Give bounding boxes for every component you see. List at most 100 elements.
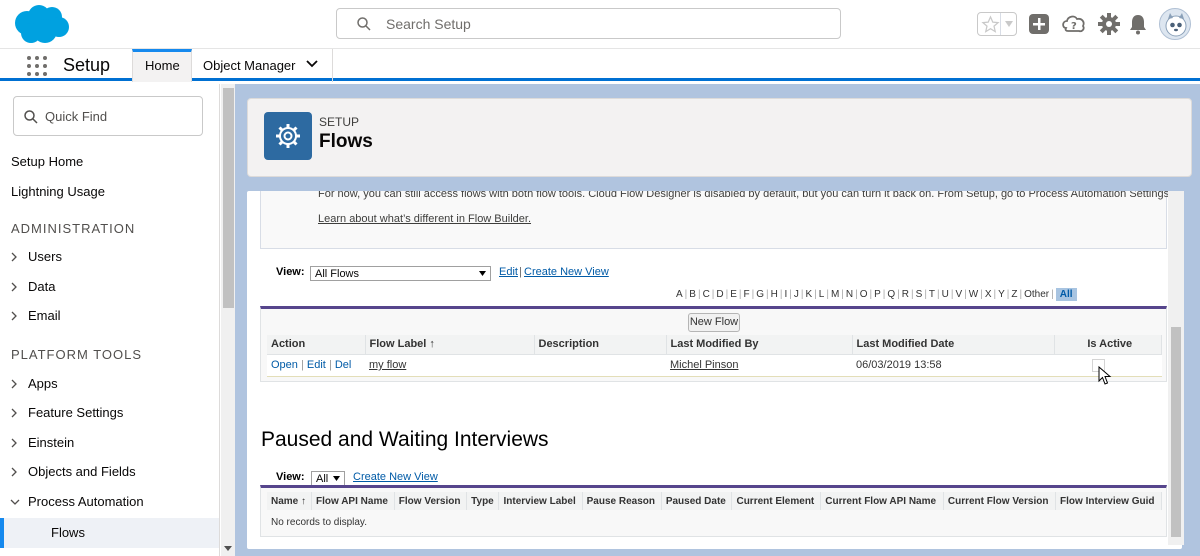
bell-icon[interactable] [1126, 12, 1150, 36]
open-link[interactable]: Open [271, 359, 298, 371]
content-scrollbar-thumb[interactable] [1171, 327, 1181, 537]
favorites-button[interactable] [977, 12, 1017, 36]
flows-table: Action Flow Label ↑ Description Last Mod… [267, 335, 1162, 377]
avatar[interactable] [1159, 8, 1191, 40]
scroll-down-arrow-icon[interactable] [224, 546, 232, 552]
chevron-right-icon [11, 252, 17, 262]
alphabet-filter-g[interactable]: G [756, 289, 764, 300]
alphabet-filter-d[interactable]: D [716, 289, 723, 300]
col-pause-reason[interactable]: Pause Reason [582, 492, 662, 510]
sidebar-item-lightning-usage[interactable]: Lightning Usage [11, 184, 105, 199]
quick-find-input[interactable]: Quick Find [13, 96, 203, 136]
delete-link[interactable]: Del [335, 359, 352, 371]
tab-home-label: Home [145, 58, 180, 73]
flow-label-link[interactable]: my flow [369, 359, 406, 371]
col-last-modified-date[interactable]: Last Modified Date [852, 335, 1055, 355]
col-description[interactable]: Description [534, 335, 667, 355]
alphabet-filter-c[interactable]: C [703, 289, 710, 300]
chevron-right-icon [11, 467, 17, 477]
col-current-flow-api-name[interactable]: Current Flow API Name [820, 492, 944, 510]
help-icon[interactable]: ? [1060, 12, 1088, 36]
alphabet-filter-k[interactable]: K [805, 289, 812, 300]
sidebar-scrollbar-thumb[interactable] [223, 88, 234, 308]
alphabet-filter-f[interactable]: F [744, 289, 750, 300]
col-name[interactable]: Name ↑ [267, 492, 313, 510]
alphabet-filter-m[interactable]: M [831, 289, 839, 300]
alphabet-filter-i[interactable]: I [784, 289, 787, 300]
sidebar-item-flows[interactable]: Flows [0, 518, 219, 548]
flow-builder-info-link[interactable]: Learn about what’s different in Flow Bui… [318, 213, 531, 225]
search-setup-input[interactable]: Search Setup [336, 8, 841, 39]
sidebar-item-setup-home[interactable]: Setup Home [11, 154, 83, 169]
paused-interviews-title: Paused and Waiting Interviews [261, 428, 549, 451]
alphabet-filter-w[interactable]: W [969, 289, 978, 300]
alphabet-filter-y[interactable]: Y [998, 289, 1005, 300]
flows-view-select[interactable]: All Flows [310, 266, 491, 281]
create-new-view-link[interactable]: Create New View [524, 266, 609, 278]
chevron-right-icon [11, 311, 17, 321]
chevron-right-icon [11, 438, 17, 448]
alphabet-filter-u[interactable]: U [942, 289, 949, 300]
alphabet-filter-n[interactable]: N [846, 289, 853, 300]
alphabet-filter-r[interactable]: R [902, 289, 909, 300]
description-cell [534, 354, 666, 377]
col-flow-api-name[interactable]: Flow API Name [311, 492, 395, 510]
info-message-box: For now, you can still access flows with… [260, 191, 1172, 249]
alphabet-filter-h[interactable]: H [771, 289, 778, 300]
col-flow-label[interactable]: Flow Label ↑ [365, 335, 535, 355]
alphabet-filter-q[interactable]: Q [887, 289, 895, 300]
col-last-modified-by[interactable]: Last Modified By [666, 335, 853, 355]
col-interview-label[interactable]: Interview Label [498, 492, 583, 510]
app-name: Setup [63, 55, 111, 75]
tab-object-manager-label: Object Manager [203, 58, 296, 73]
edit-view-link[interactable]: Edit [499, 266, 518, 278]
col-action: Action [267, 335, 366, 355]
sidebar-item-feature-settings-label: Feature Settings [28, 405, 124, 420]
action-cell: Open | Edit | Del [267, 354, 365, 377]
alphabet-filter-t[interactable]: T [929, 289, 935, 300]
col-flow-interview-guid[interactable]: Flow Interview Guid [1055, 492, 1162, 510]
global-actions-icon[interactable] [1027, 12, 1051, 36]
tab-object-manager[interactable]: Object Manager [192, 49, 333, 82]
paused-interviews-list: Name ↑ Flow API Name Flow Version Type I… [260, 485, 1167, 537]
alphabet-filter-other[interactable]: Other [1024, 289, 1049, 300]
setup-sidebar: Quick Find Setup Home Lightning Usage AD… [0, 84, 220, 556]
col-current-element[interactable]: Current Element [731, 492, 822, 510]
last-modified-by-link[interactable]: Michel Pinson [670, 359, 738, 371]
alphabet-filter-j[interactable]: J [794, 289, 799, 300]
alphabet-filter-e[interactable]: E [730, 289, 737, 300]
alphabet-filter-o[interactable]: O [860, 289, 868, 300]
paused-interviews-table: Name ↑ Flow API Name Flow Version Type I… [267, 492, 1162, 510]
sidebar-scrollbar[interactable] [221, 84, 235, 556]
chevron-down-icon [1005, 21, 1013, 27]
edit-link[interactable]: Edit [307, 359, 326, 371]
alphabet-filter-s[interactable]: S [916, 289, 923, 300]
table-row: Open | Edit | Del my flow Michel Pinson … [267, 354, 1162, 377]
col-current-flow-version[interactable]: Current Flow Version [943, 492, 1057, 510]
chevron-down-icon[interactable] [306, 60, 318, 68]
col-flow-version[interactable]: Flow Version [394, 492, 468, 510]
content-scrollbar[interactable] [1168, 191, 1184, 545]
alphabet-filter-z[interactable]: Z [1011, 289, 1017, 300]
paused-view-select[interactable]: All [311, 471, 345, 486]
alphabet-filter-v[interactable]: V [955, 289, 962, 300]
paused-create-new-view-link[interactable]: Create New View [353, 471, 438, 483]
app-launcher-icon[interactable] [27, 56, 47, 76]
alphabet-filter-x[interactable]: X [985, 289, 992, 300]
alphabet-filter-b[interactable]: B [689, 289, 696, 300]
salesforce-logo-icon[interactable] [12, 3, 72, 45]
flows-content: For now, you can still access flows with… [247, 191, 1182, 549]
alphabet-filter-l[interactable]: L [819, 289, 825, 300]
col-paused-date[interactable]: Paused Date [661, 492, 733, 510]
sidebar-item-email-label: Email [28, 308, 61, 323]
alphabet-filter-all[interactable]: All [1055, 288, 1077, 301]
alphabet-filter-a[interactable]: A [676, 289, 683, 300]
col-is-active[interactable]: Is Active [1054, 335, 1162, 355]
alphabet-filter-p[interactable]: P [874, 289, 881, 300]
gear-icon[interactable] [1097, 12, 1121, 36]
tab-home[interactable]: Home [132, 49, 192, 82]
quick-find-placeholder: Quick Find [45, 109, 108, 124]
chevron-right-icon [11, 408, 17, 418]
col-type[interactable]: Type [466, 492, 500, 510]
new-flow-button[interactable]: New Flow [688, 313, 740, 332]
